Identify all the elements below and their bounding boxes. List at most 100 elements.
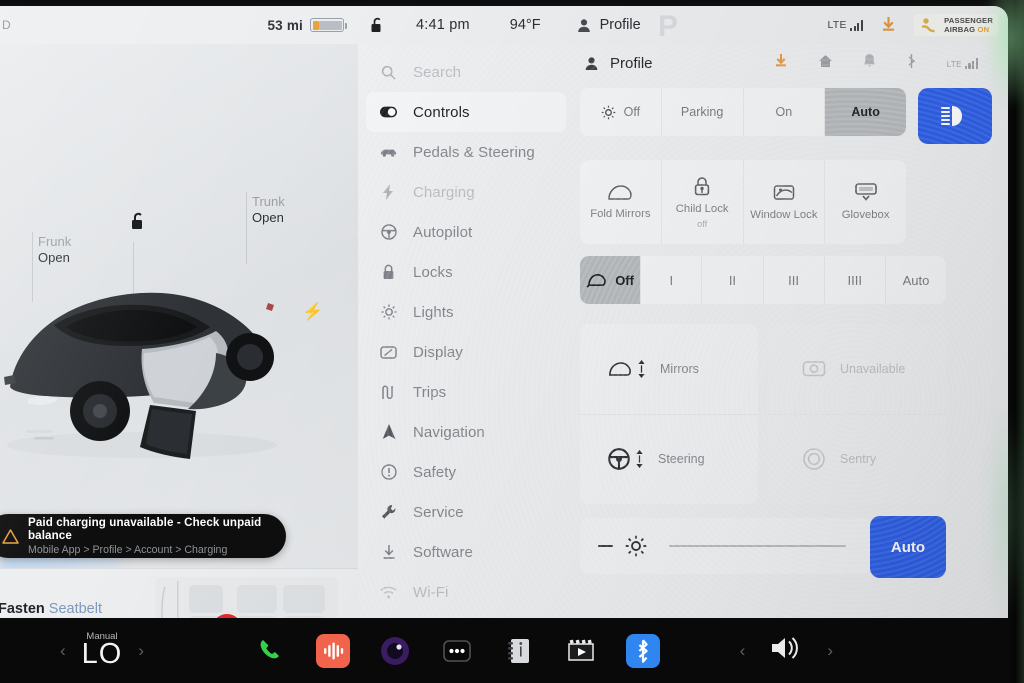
headlight-label-on: On: [775, 105, 793, 119]
phone-icon[interactable]: [254, 634, 288, 668]
sidebar-item-safety[interactable]: Safety: [366, 452, 566, 492]
sidebar-item-service[interactable]: Service: [366, 492, 566, 532]
profile-button[interactable]: Profile: [577, 17, 641, 33]
wiper-option-1[interactable]: I: [640, 256, 701, 304]
dashcam-status[interactable]: Unavailable: [768, 324, 946, 414]
climate-readout[interactable]: Manual LO: [82, 631, 123, 671]
notes-app-icon[interactable]: [502, 634, 536, 668]
wiper-speed-selector: Off I II III IIII Auto: [580, 256, 946, 304]
wiper-label-off: Off: [615, 272, 634, 288]
frunk-label: Frunk: [38, 234, 72, 249]
wiper-option-4[interactable]: IIII: [823, 256, 885, 304]
padlock-icon: [380, 264, 397, 280]
sidebar-item-locks[interactable]: Locks: [366, 252, 566, 292]
chevron-left-icon[interactable]: ‹: [60, 641, 66, 661]
charging-alert-banner[interactable]: Paid charging unavailable - Check unpaid…: [0, 514, 286, 558]
sun-icon: [380, 304, 397, 320]
wiper-option-off[interactable]: Off: [580, 256, 641, 304]
unlocked-padlock-icon[interactable]: [130, 212, 147, 237]
sidebar-item-lights[interactable]: Lights: [366, 292, 566, 332]
vehicle-visualization-panel[interactable]: Frunk Open Trunk Open ⚡ Paid charging un…: [0, 44, 358, 618]
dashcam-label: Unavailable: [840, 361, 906, 376]
video-app-icon[interactable]: [564, 634, 598, 668]
home-icon[interactable]: [818, 54, 833, 73]
high-beam-button[interactable]: [918, 88, 992, 144]
seatbelt-panel[interactable]: Fasten Seatbelt: [0, 568, 358, 618]
adjust-column-left: Mirrors Steering: [580, 324, 758, 504]
sidebar-item-charging[interactable]: Charging: [366, 172, 566, 212]
tesla-touchscreen-device: D 53 mi 4:41 pm 94°F Profile P LTE PASSE…: [0, 0, 1024, 683]
profile-label: Profile: [599, 17, 641, 33]
sidebar-label-service: Service: [413, 503, 464, 521]
trunk-status[interactable]: Trunk Open: [252, 194, 285, 226]
wiper-option-3[interactable]: III: [762, 256, 824, 304]
seatbelt-word-light: Seatbelt: [48, 601, 102, 617]
battery-empty: [318, 20, 342, 30]
sidebar-item-trips[interactable]: Trips: [366, 372, 566, 412]
status-bar-right: 4:41 pm 94°F Profile P LTE PASSENGER AIR…: [358, 6, 1008, 44]
sidebar-label-safety: Safety: [413, 463, 457, 481]
sidebar-item-software[interactable]: Software: [366, 532, 566, 572]
alert-circle-icon: [380, 464, 397, 480]
download-icon[interactable]: [881, 16, 896, 35]
tile-glovebox[interactable]: Glovebox: [824, 160, 906, 244]
profile-header-button[interactable]: Profile: [584, 55, 653, 72]
lightning-bolt-icon: [380, 184, 397, 200]
lte-signal-icon[interactable]: LTE: [947, 57, 978, 69]
sidebar-label-autopilot: Autopilot: [413, 223, 473, 241]
outside-temperature[interactable]: 94°F: [510, 17, 541, 33]
bluetooth-app-icon[interactable]: [626, 633, 661, 668]
chevron-right-icon[interactable]: ›: [138, 641, 144, 661]
trunk-state: Open: [252, 210, 284, 225]
adjust-steering[interactable]: Steering: [580, 413, 758, 505]
brightness-slider-track[interactable]: [669, 545, 846, 547]
wiper-option-auto[interactable]: Auto: [884, 256, 946, 304]
warning-triangle-icon: [2, 528, 19, 544]
bluetooth-icon[interactable]: [906, 53, 917, 74]
sidebar-item-controls[interactable]: Controls: [366, 92, 566, 132]
sidebar-item-display[interactable]: Display: [366, 332, 566, 372]
tile-window-lock[interactable]: Window Lock: [742, 160, 825, 244]
tile-child-lock[interactable]: Child Lock off: [660, 160, 743, 244]
brightness-control[interactable]: [580, 518, 872, 574]
clock[interactable]: 4:41 pm: [416, 17, 470, 33]
sidebar-item-pedals-steering[interactable]: Pedals & Steering: [366, 132, 566, 172]
headlight-option-auto[interactable]: Auto: [824, 88, 906, 136]
audio-app-icon[interactable]: [316, 633, 351, 668]
sidebar-label-software: Software: [413, 543, 473, 561]
bell-icon[interactable]: [863, 53, 876, 73]
sentry-mode[interactable]: Sentry: [768, 413, 946, 505]
headlight-option-parking[interactable]: Parking: [660, 88, 743, 136]
adjust-grid: Mirrors Steering Unavailable Sentry: [580, 324, 946, 504]
sidebar-item-search[interactable]: Search: [366, 52, 566, 92]
headlight-option-off[interactable]: Off: [580, 88, 661, 136]
chevron-right-icon[interactable]: ›: [827, 641, 833, 661]
minus-icon[interactable]: [598, 545, 613, 547]
wiper-option-2[interactable]: II: [701, 256, 762, 304]
car-stage: Frunk Open Trunk Open ⚡: [0, 44, 358, 524]
camera-app-icon[interactable]: [378, 634, 412, 668]
volume-control[interactable]: ‹ ›: [740, 635, 833, 666]
sidebar-item-wifi[interactable]: Wi-Fi: [366, 572, 566, 612]
adjust-mirrors[interactable]: Mirrors: [580, 324, 758, 414]
speaker-icon[interactable]: [769, 635, 803, 666]
toggle-icon: [380, 106, 397, 118]
vehicle-image[interactable]: [0, 259, 322, 464]
headlight-sun-icon: [601, 105, 615, 119]
brightness-auto-button[interactable]: Auto: [870, 516, 946, 578]
lte-signal-icon[interactable]: LTE: [827, 19, 864, 31]
unlocked-padlock-icon[interactable]: [368, 17, 386, 34]
download-icon[interactable]: [774, 53, 788, 73]
battery-icon[interactable]: [310, 18, 347, 32]
tile-label-glovebox: Glovebox: [841, 209, 890, 221]
sidebar-item-autopilot[interactable]: Autopilot: [366, 212, 566, 252]
headlight-option-on[interactable]: On: [742, 88, 825, 136]
more-dots-icon[interactable]: [440, 634, 474, 668]
sidebar-item-navigation[interactable]: Navigation: [366, 412, 566, 452]
tile-fold-mirrors[interactable]: Fold Mirrors: [580, 160, 661, 244]
status-bar: D 53 mi 4:41 pm 94°F Profile P LTE PASSE…: [0, 6, 1008, 44]
sidebar-label-trips: Trips: [413, 383, 447, 401]
climate-control[interactable]: ‹ Manual LO ›: [60, 631, 144, 671]
range-readout[interactable]: 53 mi: [267, 18, 303, 33]
chevron-left-icon[interactable]: ‹: [740, 641, 746, 661]
